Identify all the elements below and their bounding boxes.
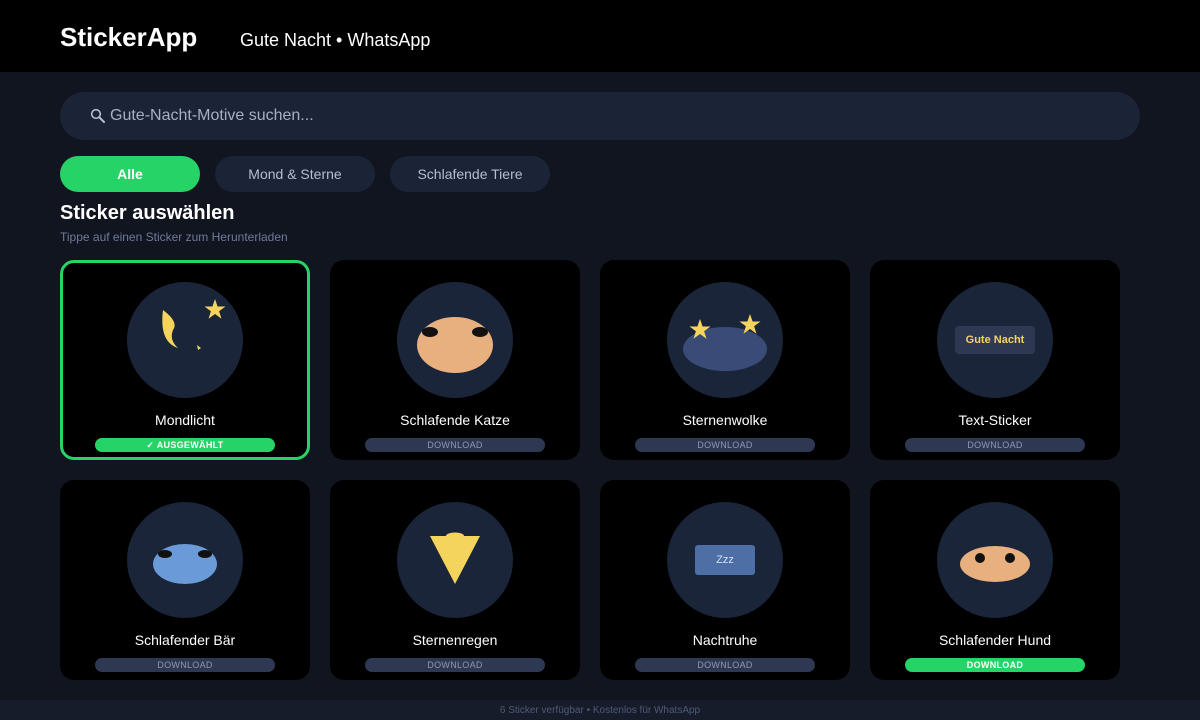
download-button[interactable]: DOWNLOAD xyxy=(635,438,815,452)
sleeping-dog-icon xyxy=(960,546,1030,582)
sticker-preview xyxy=(397,502,513,618)
moon-star-icon xyxy=(162,299,226,350)
sticker-card-nachtruhe[interactable]: Zzz Nachtruhe DOWNLOAD xyxy=(600,480,850,680)
search-bar[interactable] xyxy=(60,92,1140,140)
sticker-card-schlafender-hund[interactable]: Schlafender Hund DOWNLOAD xyxy=(870,480,1120,680)
filter-chip-all[interactable]: Alle xyxy=(60,156,200,192)
star-cloud-icon xyxy=(683,314,767,371)
sticker-preview xyxy=(937,502,1053,618)
sticker-card-schlafender-baer[interactable]: Schlafender Bär DOWNLOAD xyxy=(60,480,310,680)
sticker-name: Sternenwolke xyxy=(682,412,768,428)
sticker-card-sternenregen[interactable]: Sternenregen DOWNLOAD xyxy=(330,480,580,680)
sticker-preview: Gute Nacht xyxy=(937,282,1053,398)
sticker-name: Schlafender Hund xyxy=(938,632,1052,648)
app-header: StickerApp Gute Nacht • WhatsApp xyxy=(0,0,1200,72)
sticker-name: Sternenregen xyxy=(412,632,498,648)
sleeping-cat-icon xyxy=(417,317,493,373)
footer: 6 Sticker verfügbar • Kostenlos für What… xyxy=(0,700,1200,720)
download-button[interactable]: DOWNLOAD xyxy=(95,658,275,672)
filter-chip-moon-stars[interactable]: Mond & Sterne xyxy=(215,156,375,192)
sticker-name: Nachtruhe xyxy=(692,632,758,648)
text-sticker-label: Gute Nacht xyxy=(955,326,1035,354)
sticker-card-text-sticker[interactable]: Gute Nacht Text-Sticker DOWNLOAD xyxy=(870,260,1120,460)
download-button[interactable]: DOWNLOAD xyxy=(905,658,1085,672)
app-brand[interactable]: StickerApp xyxy=(60,22,197,53)
sleeping-bear-icon xyxy=(153,544,217,584)
sticker-name: Text-Sticker xyxy=(958,412,1032,428)
section-title: Sticker auswählen xyxy=(60,202,235,224)
sticker-card-sternenwolke[interactable]: Sternenwolke DOWNLOAD xyxy=(600,260,850,460)
header-subtitle: Gute Nacht • WhatsApp xyxy=(240,30,431,50)
sticker-name: Mondlicht xyxy=(155,412,215,428)
sticker-preview: Zzz xyxy=(667,502,783,618)
star-rain-icon xyxy=(430,532,480,584)
sticker-name: Schlafender Bär xyxy=(134,632,236,648)
sticker-name: Schlafende Katze xyxy=(400,412,510,428)
download-button[interactable]: DOWNLOAD xyxy=(365,658,545,672)
sticker-preview xyxy=(397,282,513,398)
sticker-preview xyxy=(127,502,243,618)
filter-chip-sleeping-animals[interactable]: Schlafende Tiere xyxy=(390,156,550,192)
sticker-card-schlafende-katze[interactable]: Schlafende Katze DOWNLOAD xyxy=(330,260,580,460)
search-icon xyxy=(90,108,105,123)
download-button[interactable]: DOWNLOAD xyxy=(635,658,815,672)
download-button[interactable]: DOWNLOAD xyxy=(905,438,1085,452)
section-hint: Tippe auf einen Sticker zum Herunterlade… xyxy=(60,230,288,244)
search-input[interactable] xyxy=(110,92,1120,140)
zzz-sign: Zzz xyxy=(695,545,755,575)
sticker-card-mondlicht[interactable]: Mondlicht ✓ AUSGEWÄHLT xyxy=(60,260,310,460)
sticker-preview xyxy=(127,282,243,398)
download-button[interactable]: DOWNLOAD xyxy=(365,438,545,452)
sticker-preview xyxy=(667,282,783,398)
selected-badge[interactable]: ✓ AUSGEWÄHLT xyxy=(95,438,275,452)
